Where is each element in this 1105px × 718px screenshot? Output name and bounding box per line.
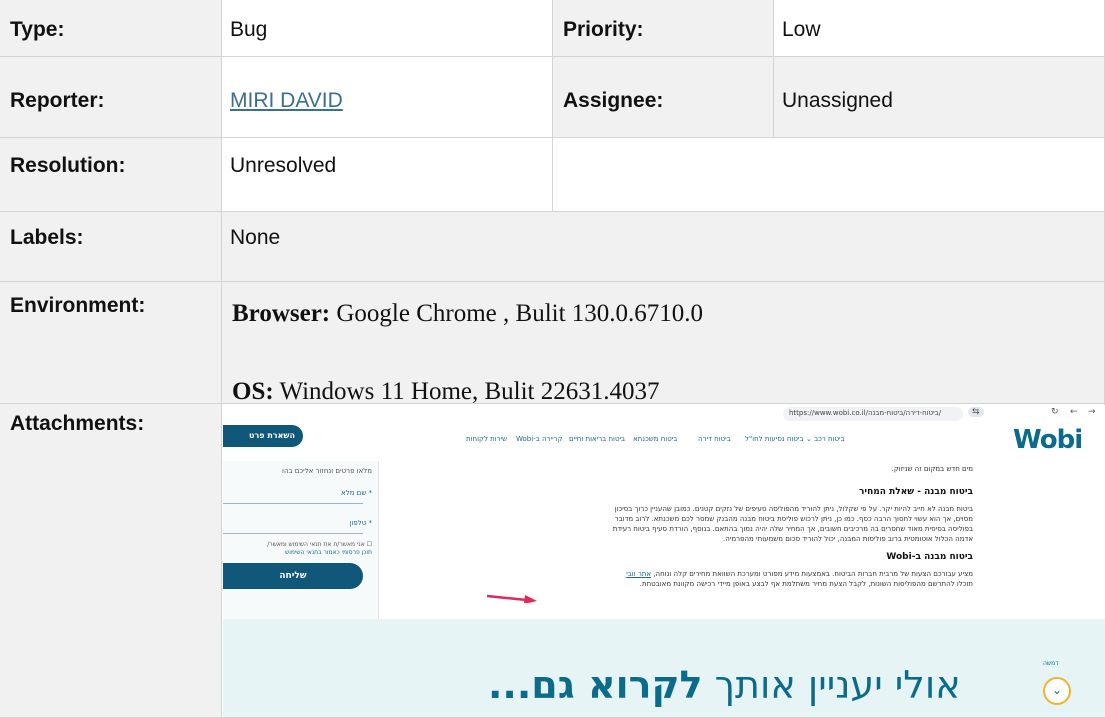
labels-label: Labels: — [0, 212, 222, 282]
name-field-label: * שם מלא — [341, 489, 372, 497]
nav-item: ביטוח משכנתא — [633, 435, 678, 443]
assignee-value: Unassigned — [774, 57, 1105, 138]
labels-value: None — [222, 212, 1105, 282]
read-more-heading: אולי יעניין אותך לקרוא גם... — [488, 663, 961, 707]
environment-browser: Browser: Google Chrome , Bulit 130.0.671… — [232, 300, 704, 327]
share-label: דמשה — [1043, 660, 1059, 667]
type-value: Bug — [222, 0, 553, 57]
nav-item: ביטוח רכב ⌄ — [806, 435, 845, 443]
reporter-label: Reporter: — [0, 57, 222, 138]
empty-cell — [553, 138, 1105, 212]
tab-switch-icon: ⇆ — [968, 407, 984, 417]
nav-item: קריירה ב-Wobi — [516, 435, 563, 443]
consent-line: ☐ אני מאשר/ת את תנאי השימוש ומאשר/ — [267, 541, 372, 548]
assignee-label: Assignee: — [553, 57, 774, 138]
red-arrow-annotation — [487, 594, 537, 603]
environment-label: Environment: — [0, 282, 222, 404]
type-label: Type: — [0, 0, 222, 57]
issue-details-table: Type: Bug Priority: Low Reporter: MIRI D… — [0, 0, 1105, 718]
intro-line: מים חדש במקום זה שניזוק. — [891, 465, 973, 473]
paragraph-line: בפוליסה בסיסית מאוד שחסרים בה מרכיבים חש… — [612, 525, 973, 533]
chevron-down-icon: ⌄ — [1043, 677, 1071, 705]
nav-item: ביטוח דירה — [698, 435, 731, 443]
paragraph-line: ביטוח מבנה לא חייב להיות יקר. על פי שקלו… — [614, 505, 973, 513]
leave-details-button: השארת פרט — [223, 425, 303, 447]
priority-label: Priority: — [553, 0, 774, 57]
nav-item: שירות לקוחות — [466, 435, 508, 443]
name-field-line — [223, 503, 363, 504]
paragraph-line: מסוים, אך הוא עשוי לחסוך הרבה כסף. כמו כ… — [614, 515, 973, 523]
nav-item: ביטוח בריאות וחיים — [569, 435, 626, 443]
environment-os: OS: Windows 11 Home, Bulit 22631.4037 — [232, 378, 660, 405]
reload-icon: ↻ — [1051, 407, 1059, 417]
environment-value: Browser: Google Chrome , Bulit 130.0.671… — [222, 282, 1105, 405]
reporter-value: MIRI DAVID — [222, 57, 553, 138]
lead-form: מלאו פרטים ונחזור אליכם בהו * שם מלא * ט… — [223, 461, 379, 621]
priority-value: Low — [774, 0, 1105, 57]
form-intro: מלאו פרטים ונחזור אליכם בהו — [282, 467, 372, 475]
arrow-right-icon: → — [1088, 407, 1096, 417]
wobi-site-link: אתר וובי — [626, 570, 652, 578]
section-heading: ביטוח מבנה - שאלת המחיר — [859, 487, 973, 497]
paragraph-line: אדמה הכלול אוטומטית ברוב פוליסות המבנה, … — [723, 535, 973, 543]
phone-field-line — [223, 533, 363, 534]
resolution-value: Unresolved — [222, 138, 553, 212]
resolution-label: Resolution: — [0, 138, 222, 212]
paragraph-line: תוכלו להתרשם מהפוליסות השונות, לקבל הצעת… — [639, 580, 973, 588]
attachments-label: Attachments: — [0, 404, 222, 718]
url-bar: https://www.wobi.co.il/ביטוח-דירה/ביטוח-… — [783, 407, 963, 421]
send-button: שליחה — [223, 563, 363, 589]
arrow-left-icon: ← — [1070, 407, 1078, 417]
attachment-screenshot[interactable]: → ← ↻ ⇆ https://www.wobi.co.il/ביטוח-דיר… — [223, 405, 1105, 717]
section-heading: ביטוח מבנה ב-Wobi — [886, 552, 973, 562]
phone-field-label: * טלפון — [349, 519, 372, 527]
nav-item: ביטוח נסיעות לחו"ל — [745, 435, 804, 443]
reporter-link[interactable]: MIRI DAVID — [230, 89, 343, 112]
consent-line: תוכן פרסומי כאמור בתנאי השימוש — [284, 549, 372, 556]
wobi-logo: Wobi — [1013, 425, 1083, 455]
paragraph-line: מציע עבורכם הצעות של מרבית חברות הביטוח.… — [626, 570, 973, 578]
